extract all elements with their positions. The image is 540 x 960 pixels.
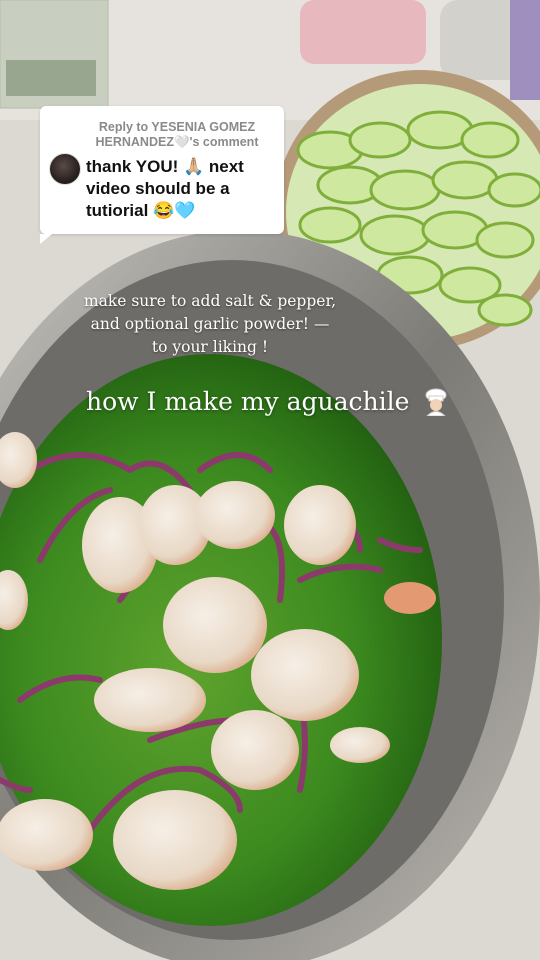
reply-header-name: HERNANDEZ🤍's comment xyxy=(95,135,259,149)
reply-comment-bubble[interactable]: Reply to YESENIA GOMEZ HERNANDEZ🤍's comm… xyxy=(40,106,284,244)
reply-comment-text: thank YOU! 🙏🏼 next video should be a tut… xyxy=(86,157,244,220)
caption-line-3: to your liking ! xyxy=(151,338,269,356)
overlay-title: how I make my aguachile xyxy=(86,386,449,418)
reply-header-prefix: Reply to YESENIA GOMEZ xyxy=(98,120,256,134)
box-label xyxy=(6,60,96,96)
reply-header: Reply to YESENIA GOMEZ HERNANDEZ🤍's comm… xyxy=(86,120,268,150)
commenter-avatar[interactable] xyxy=(49,153,81,185)
overlay-caption: make sure to add salt & pepper, and opti… xyxy=(60,290,360,359)
pink-jar xyxy=(300,0,426,64)
caption-line-2: and optional garlic powder! — xyxy=(90,315,330,333)
title-text: how I make my aguachile xyxy=(86,387,410,416)
chef-emoji-icon xyxy=(425,388,447,416)
purple-bottle xyxy=(510,0,540,100)
caption-line-1: make sure to add salt & pepper, xyxy=(83,292,337,310)
photo-scene: Reply to YESENIA GOMEZ HERNANDEZ🤍's comm… xyxy=(0,0,540,960)
